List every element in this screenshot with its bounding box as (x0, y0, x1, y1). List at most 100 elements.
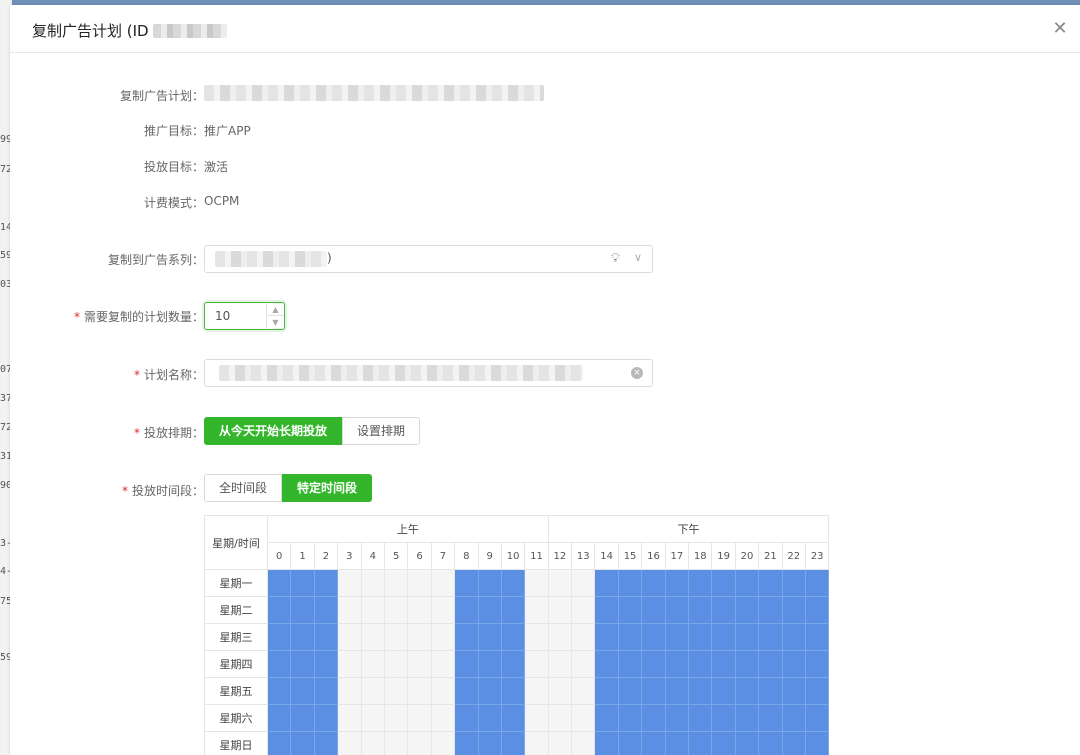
time-slot-cell[interactable] (664, 623, 690, 651)
time-slot-cell[interactable] (383, 704, 409, 732)
chevron-down-icon[interactable]: ∨ (634, 251, 642, 264)
time-slot-cell[interactable] (500, 596, 526, 624)
time-slot-cell[interactable] (711, 731, 736, 755)
time-slot-cell[interactable] (547, 569, 573, 597)
time-slot-cell[interactable] (804, 731, 830, 755)
time-slot-cell[interactable] (337, 623, 362, 651)
time-slot-cell[interactable] (407, 569, 432, 597)
time-slot-cell[interactable] (617, 596, 643, 624)
time-slot-cell[interactable] (711, 650, 736, 678)
time-slot-cell[interactable] (641, 704, 666, 732)
time-slot-cell[interactable] (524, 623, 549, 651)
time-slot-cell[interactable] (407, 623, 432, 651)
time-slot-cell[interactable] (266, 569, 292, 597)
time-slot-cell[interactable] (804, 704, 830, 732)
time-slot-cell[interactable] (804, 677, 830, 705)
time-slot-cell[interactable] (688, 704, 713, 732)
time-slot-cell[interactable] (383, 596, 409, 624)
time-slot-cell[interactable] (360, 569, 385, 597)
time-slot-cell[interactable] (617, 677, 643, 705)
time-slot-cell[interactable] (500, 677, 526, 705)
time-slot-cell[interactable] (430, 704, 456, 732)
time-slot-cell[interactable] (360, 731, 385, 755)
stepper-up-icon[interactable]: ▲ (267, 303, 284, 316)
all-time-button[interactable]: 全时间段 (204, 474, 283, 502)
time-slot-cell[interactable] (804, 596, 830, 624)
time-slot-cell[interactable] (430, 596, 456, 624)
time-slot-cell[interactable] (500, 704, 526, 732)
stepper-down-icon[interactable]: ▼ (267, 316, 284, 329)
time-slot-cell[interactable] (547, 731, 573, 755)
time-slot-cell[interactable] (781, 596, 806, 624)
time-slot-cell[interactable] (430, 677, 456, 705)
time-slot-cell[interactable] (454, 704, 479, 732)
time-slot-cell[interactable] (781, 650, 806, 678)
time-slot-cell[interactable] (454, 569, 479, 597)
time-slot-cell[interactable] (337, 596, 362, 624)
time-slot-cell[interactable] (594, 650, 619, 678)
time-slot-cell[interactable] (734, 677, 760, 705)
time-slot-cell[interactable] (266, 650, 292, 678)
time-slot-cell[interactable] (664, 650, 690, 678)
time-slot-cell[interactable] (664, 731, 690, 755)
time-slot-cell[interactable] (290, 623, 315, 651)
time-slot-cell[interactable] (734, 569, 760, 597)
time-slot-cell[interactable] (734, 731, 760, 755)
time-slot-cell[interactable] (383, 677, 409, 705)
time-slot-cell[interactable] (430, 569, 456, 597)
time-slot-cell[interactable] (500, 623, 526, 651)
time-slot-cell[interactable] (360, 596, 385, 624)
time-slot-cell[interactable] (594, 677, 619, 705)
time-slot-cell[interactable] (337, 704, 362, 732)
time-slot-cell[interactable] (641, 623, 666, 651)
time-slot-cell[interactable] (524, 731, 549, 755)
time-slot-cell[interactable] (454, 677, 479, 705)
time-slot-cell[interactable] (781, 731, 806, 755)
time-slot-cell[interactable] (290, 677, 315, 705)
time-slot-cell[interactable] (688, 650, 713, 678)
time-slot-cell[interactable] (617, 650, 643, 678)
target-series-select[interactable]: ) 💡︎ ∨ (204, 245, 653, 273)
time-slot-cell[interactable] (313, 569, 339, 597)
time-slot-cell[interactable] (547, 596, 573, 624)
time-slot-cell[interactable] (360, 623, 385, 651)
time-slot-cell[interactable] (500, 650, 526, 678)
set-schedule-button[interactable]: 设置排期 (342, 417, 421, 445)
time-slot-cell[interactable] (758, 596, 783, 624)
time-slot-cell[interactable] (547, 704, 573, 732)
time-slot-cell[interactable] (571, 731, 596, 755)
specific-time-button[interactable]: 特定时间段 (282, 474, 373, 502)
time-slot-cell[interactable] (360, 650, 385, 678)
time-slot-cell[interactable] (688, 596, 713, 624)
time-slot-cell[interactable] (594, 569, 619, 597)
time-slot-cell[interactable] (524, 650, 549, 678)
time-slot-cell[interactable] (430, 731, 456, 755)
time-slot-cell[interactable] (337, 677, 362, 705)
time-slot-cell[interactable] (594, 596, 619, 624)
time-slot-cell[interactable] (594, 623, 619, 651)
time-slot-cell[interactable] (571, 650, 596, 678)
time-slot-cell[interactable] (571, 596, 596, 624)
lightbulb-icon[interactable]: 💡︎ (611, 251, 620, 266)
time-slot-cell[interactable] (500, 569, 526, 597)
time-slot-cell[interactable] (383, 650, 409, 678)
time-slot-cell[interactable] (641, 596, 666, 624)
time-slot-cell[interactable] (407, 596, 432, 624)
time-slot-cell[interactable] (313, 704, 339, 732)
time-slot-cell[interactable] (383, 569, 409, 597)
time-slot-cell[interactable] (711, 596, 736, 624)
time-slot-cell[interactable] (781, 704, 806, 732)
time-slot-cell[interactable] (383, 623, 409, 651)
time-slot-cell[interactable] (524, 596, 549, 624)
time-slot-cell[interactable] (430, 623, 456, 651)
time-slot-cell[interactable] (617, 731, 643, 755)
time-slot-cell[interactable] (617, 704, 643, 732)
time-slot-cell[interactable] (641, 569, 666, 597)
time-slot-cell[interactable] (337, 731, 362, 755)
time-slot-cell[interactable] (313, 677, 339, 705)
time-slot-cell[interactable] (688, 569, 713, 597)
long-term-button[interactable]: 从今天开始长期投放 (204, 417, 343, 445)
time-slot-cell[interactable] (477, 704, 502, 732)
time-slot-cell[interactable] (383, 731, 409, 755)
time-slot-cell[interactable] (711, 704, 736, 732)
